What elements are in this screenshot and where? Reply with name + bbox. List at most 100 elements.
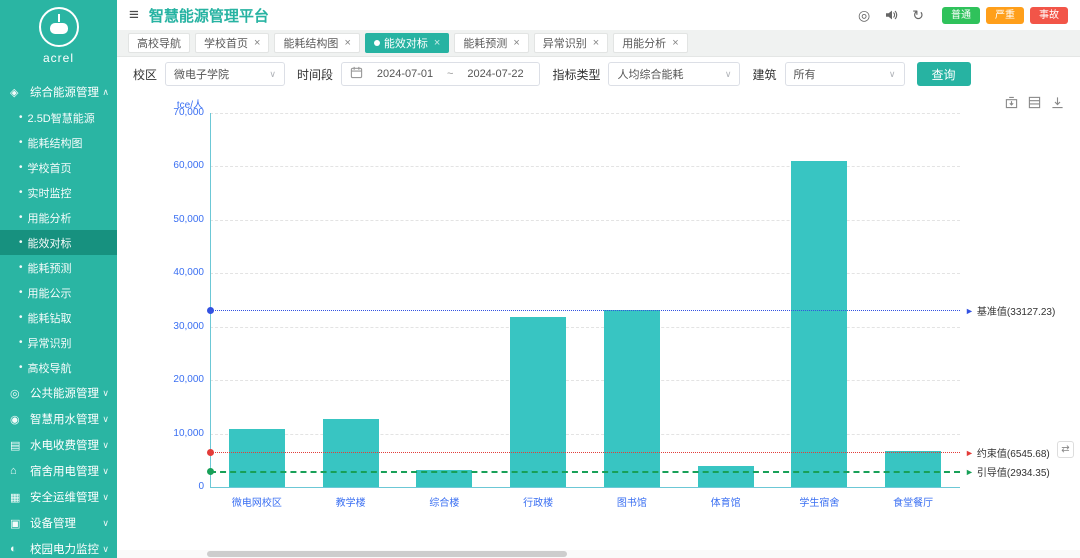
bullet-icon: • <box>19 212 23 223</box>
sidebar-item-label: 能耗预测 <box>27 262 72 275</box>
campus-label: 校区 <box>133 67 158 82</box>
bar[interactable] <box>791 161 848 487</box>
sidebar-item[interactable]: • 用能公示 <box>0 280 117 305</box>
close-tab-icon[interactable]: × <box>254 37 260 49</box>
tab[interactable]: 用能分析 × <box>613 33 688 53</box>
sidebar-group[interactable]: ◎ 公共能源管理 ∨ <box>0 380 117 406</box>
tab[interactable]: 异常识别 × <box>533 33 609 53</box>
tab-label: 异常识别 <box>542 38 587 50</box>
active-tab-dot-icon <box>373 40 380 46</box>
sidebar-group[interactable]: ◐ 校园电力监控 ∨ <box>0 536 117 558</box>
dorm-icon: ⌂ <box>10 465 17 477</box>
chevron-down-icon: ∨ <box>102 465 109 476</box>
sidebar-group[interactable]: ⌂ 宿舍用电管理 ∨ <box>0 458 117 484</box>
sidebar-group[interactable]: ▦ 安全运维管理 ∨ <box>0 484 117 510</box>
reference-line-text: 引导值(2934.35) <box>976 468 1050 480</box>
chevron-down-icon: ∨ <box>102 387 109 398</box>
x-axis <box>210 487 960 488</box>
tab[interactable]: 学校首页 × <box>195 33 270 53</box>
reference-line-text: 基准值(33127.23) <box>976 307 1056 318</box>
sound-icon[interactable] <box>884 8 898 22</box>
sidebar-group[interactable]: ▣ 设备管理 ∨ <box>0 510 117 536</box>
close-tab-icon[interactable]: × <box>434 37 440 49</box>
chart-resize-handle[interactable]: ⇄ <box>1057 441 1074 458</box>
building-select[interactable]: 所有 ∨ <box>784 62 905 86</box>
data-view-icon[interactable] <box>1028 96 1041 109</box>
horizontal-scrollbar <box>117 550 1080 558</box>
chevron-down-icon: ∨ <box>102 413 109 424</box>
gridline <box>210 219 960 221</box>
help-icon[interactable]: ◎ <box>858 7 870 24</box>
close-tab-icon[interactable]: × <box>344 37 350 49</box>
query-button[interactable]: 查询 <box>916 62 971 86</box>
logo-face <box>49 23 68 34</box>
bar[interactable] <box>322 419 379 487</box>
hamburger-menu-icon[interactable]: ≡ <box>129 5 139 25</box>
chevron-down-icon: ∨ <box>102 517 109 528</box>
header: ≡ 智慧能源管理平台 ◎ ↻ 普通 严重 事故 <box>117 0 1080 30</box>
tab-bar: 高校导航 学校首页 × 能耗结构图 × 能效对标 × 能耗预测 × 异常识别 × 用能分析 × <box>117 30 1080 57</box>
sidebar-group[interactable]: ◉ 智慧用水管理 ∨ <box>0 406 117 432</box>
download-icon[interactable] <box>1051 96 1064 109</box>
reference-line-marker <box>207 307 214 314</box>
sidebar-item[interactable]: • 能耗预测 <box>0 255 117 280</box>
sidebar-group-label: 安全运维管理 <box>30 492 99 504</box>
bar[interactable] <box>885 451 942 487</box>
chart-toolbox <box>1005 96 1064 109</box>
bar[interactable] <box>697 466 754 487</box>
tab[interactable]: 高校导航 <box>128 33 190 53</box>
metric-select[interactable]: 人均综合能耗 ∨ <box>608 62 741 86</box>
sidebar-item[interactable]: • 能耗钻取 <box>0 305 117 330</box>
device-icon: ▣ <box>10 517 21 530</box>
refresh-icon[interactable]: ↻ <box>912 7 924 24</box>
sidebar-group[interactable]: ▤ 水电收费管理 ∨ <box>0 432 117 458</box>
sidebar-group-label: 校园电力监控 <box>30 544 99 556</box>
tab[interactable]: 能耗预测 × <box>454 33 529 53</box>
sidebar-item[interactable]: • 能耗结构图 <box>0 130 117 155</box>
arrow-right-icon: ► <box>965 305 974 316</box>
sidebar-group[interactable]: ◈ 综合能源管理 ∧ <box>0 79 117 105</box>
x-axis-category-label: 综合楼 <box>429 498 460 509</box>
reference-line <box>210 471 960 474</box>
power-monitor-icon: ◐ <box>10 543 17 555</box>
close-tab-icon[interactable]: × <box>593 37 599 49</box>
date-range-picker[interactable]: ~ <box>341 62 541 86</box>
public-energy-icon: ◎ <box>10 387 20 400</box>
sidebar-item[interactable]: • 高校导航 <box>0 355 117 380</box>
range-separator: ~ <box>447 68 454 80</box>
sidebar-item[interactable]: • 学校首页 <box>0 155 117 180</box>
main-area: ≡ 智慧能源管理平台 ◎ ↻ 普通 严重 事故 高校导航 学校首页 × 能耗结构图 × 能效对… <box>117 0 1080 558</box>
alarm-badge[interactable]: 普通 <box>942 6 980 24</box>
date-from-input[interactable] <box>369 67 442 81</box>
campus-select[interactable]: 微电子学院 ∨ <box>165 62 286 86</box>
sidebar-item[interactable]: • 用能分析 <box>0 205 117 230</box>
horizontal-scrollbar-thumb[interactable] <box>207 551 567 557</box>
alarm-badge[interactable]: 事故 <box>1030 6 1068 24</box>
bar[interactable] <box>510 317 567 487</box>
sidebar-group-label: 设备管理 <box>30 518 76 530</box>
gridline <box>210 166 960 168</box>
sidebar-item-label: 用能公示 <box>27 287 72 300</box>
bullet-icon: • <box>19 362 23 373</box>
sidebar-item[interactable]: • 异常识别 <box>0 330 117 355</box>
sidebar-item[interactable]: • 2.5D智慧能源 <box>0 105 117 130</box>
close-tab-icon[interactable]: × <box>672 37 678 49</box>
alarm-badge[interactable]: 严重 <box>986 6 1024 24</box>
bar[interactable] <box>228 429 285 487</box>
tab[interactable]: 能效对标 × <box>364 33 450 53</box>
save-image-icon[interactable] <box>1005 96 1018 109</box>
close-tab-icon[interactable]: × <box>513 37 519 49</box>
x-axis-category-label: 微电网校区 <box>231 498 282 509</box>
bar[interactable] <box>603 310 660 487</box>
date-to-input[interactable] <box>459 67 532 81</box>
arrow-right-icon: ► <box>965 447 974 458</box>
tab[interactable]: 能耗结构图 × <box>274 33 360 53</box>
energy-icon: ◈ <box>10 86 19 99</box>
bar-chart: tce/人 0 10,000 20,000 30,000 40,000 50,000 60,… <box>117 91 1080 558</box>
sidebar-item[interactable]: • 能效对标 <box>0 230 117 255</box>
y-axis-tick-label: 0 <box>198 481 204 492</box>
sidebar-item[interactable]: • 实时监控 <box>0 180 117 205</box>
building-label: 建筑 <box>752 67 777 82</box>
sidebar: acrel ◈ 综合能源管理 ∧ • 2.5D智慧能源 • 能耗结构图 • 学校首页 • 实时监控 •… <box>0 0 117 558</box>
chart-area: tce/人 0 10,000 20,000 30,000 40,000 50,000 60,… <box>117 91 1080 558</box>
